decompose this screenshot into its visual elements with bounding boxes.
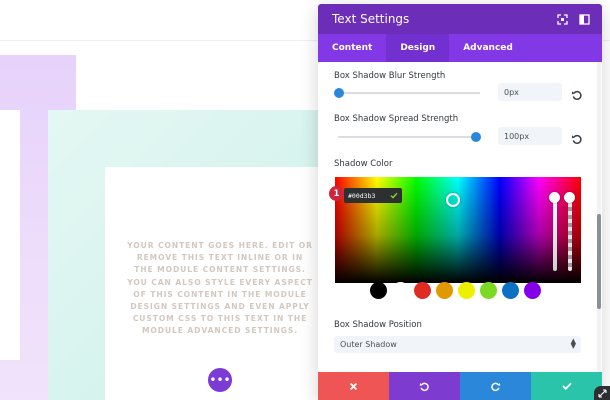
blur-strength-label: Box Shadow Blur Strength	[334, 71, 446, 81]
opacity-handle[interactable]	[564, 192, 575, 203]
spread-strength-slider-handle[interactable]	[471, 132, 481, 142]
blur-strength-slider-handle[interactable]	[334, 88, 344, 98]
panel-tabs: Content Design Advanced	[318, 34, 602, 62]
redo-button[interactable]	[460, 372, 531, 400]
ellipsis-icon: •••	[209, 373, 231, 387]
panel-title: Text Settings	[332, 12, 410, 26]
swatch-black[interactable]	[370, 282, 387, 299]
redo-icon	[491, 382, 501, 391]
blur-reset-icon[interactable]	[571, 86, 583, 100]
undo-icon	[419, 382, 429, 391]
undo-button[interactable]	[389, 372, 460, 400]
spread-reset-icon[interactable]	[571, 130, 583, 144]
swatch-yellow[interactable]	[458, 282, 475, 299]
tab-advanced[interactable]: Advanced	[449, 34, 527, 62]
tab-content[interactable]: Content	[318, 34, 386, 62]
hex-value-chip[interactable]: #00d3b3	[344, 188, 402, 203]
color-picker-cursor[interactable]	[446, 193, 460, 207]
step-badge: 1	[329, 186, 344, 201]
select-arrows-icon: ▲ ▼	[570, 337, 576, 350]
swatch-white[interactable]	[392, 282, 409, 299]
expand-icon[interactable]	[556, 13, 568, 25]
spread-strength-label: Box Shadow Spread Strength	[334, 114, 459, 124]
blur-strength-input[interactable]: 0px	[498, 83, 562, 101]
sidebar-toggle-icon[interactable]	[578, 13, 590, 25]
discard-button[interactable]	[318, 372, 389, 400]
shadow-position-select[interactable]: Outer Shadow ▲ ▼	[334, 336, 581, 353]
swatch-green[interactable]	[480, 282, 497, 299]
opacity-bar[interactable]	[568, 195, 572, 271]
checkmark-icon[interactable]	[386, 188, 402, 203]
module-more-button[interactable]: •••	[208, 368, 232, 392]
color-swatches	[370, 282, 541, 300]
swatch-purple[interactable]	[524, 282, 541, 299]
blur-strength-slider[interactable]	[338, 92, 480, 94]
close-icon	[349, 382, 358, 390]
swatch-red[interactable]	[414, 282, 431, 299]
text-settings-panel: Text Settings Content Design Advanced Bo…	[318, 4, 602, 400]
module-body-text[interactable]: YOUR CONTENT GOES HERE. EDIT OR REMOVE T…	[126, 240, 314, 338]
resize-arrows-icon	[597, 388, 607, 398]
shadow-color-label: Shadow Color	[334, 159, 393, 169]
checkmark-icon	[561, 382, 572, 390]
hex-value-input[interactable]: #00d3b3	[344, 192, 386, 200]
swatch-orange[interactable]	[436, 282, 453, 299]
resize-handle[interactable]	[594, 386, 610, 400]
lightness-handle[interactable]	[549, 192, 560, 203]
tab-design[interactable]: Design	[386, 34, 450, 62]
shadow-position-label: Box Shadow Position	[334, 320, 422, 330]
lightness-bar[interactable]	[553, 195, 557, 271]
white-column-strip	[0, 110, 20, 360]
spread-strength-input[interactable]: 100px	[498, 127, 562, 145]
swatch-blue[interactable]	[502, 282, 519, 299]
spread-strength-slider[interactable]	[338, 136, 480, 138]
panel-footer	[318, 372, 602, 400]
save-button[interactable]	[531, 372, 602, 400]
panel-scrollbar-thumb[interactable]	[597, 214, 601, 309]
shadow-position-value: Outer Shadow	[340, 340, 397, 349]
